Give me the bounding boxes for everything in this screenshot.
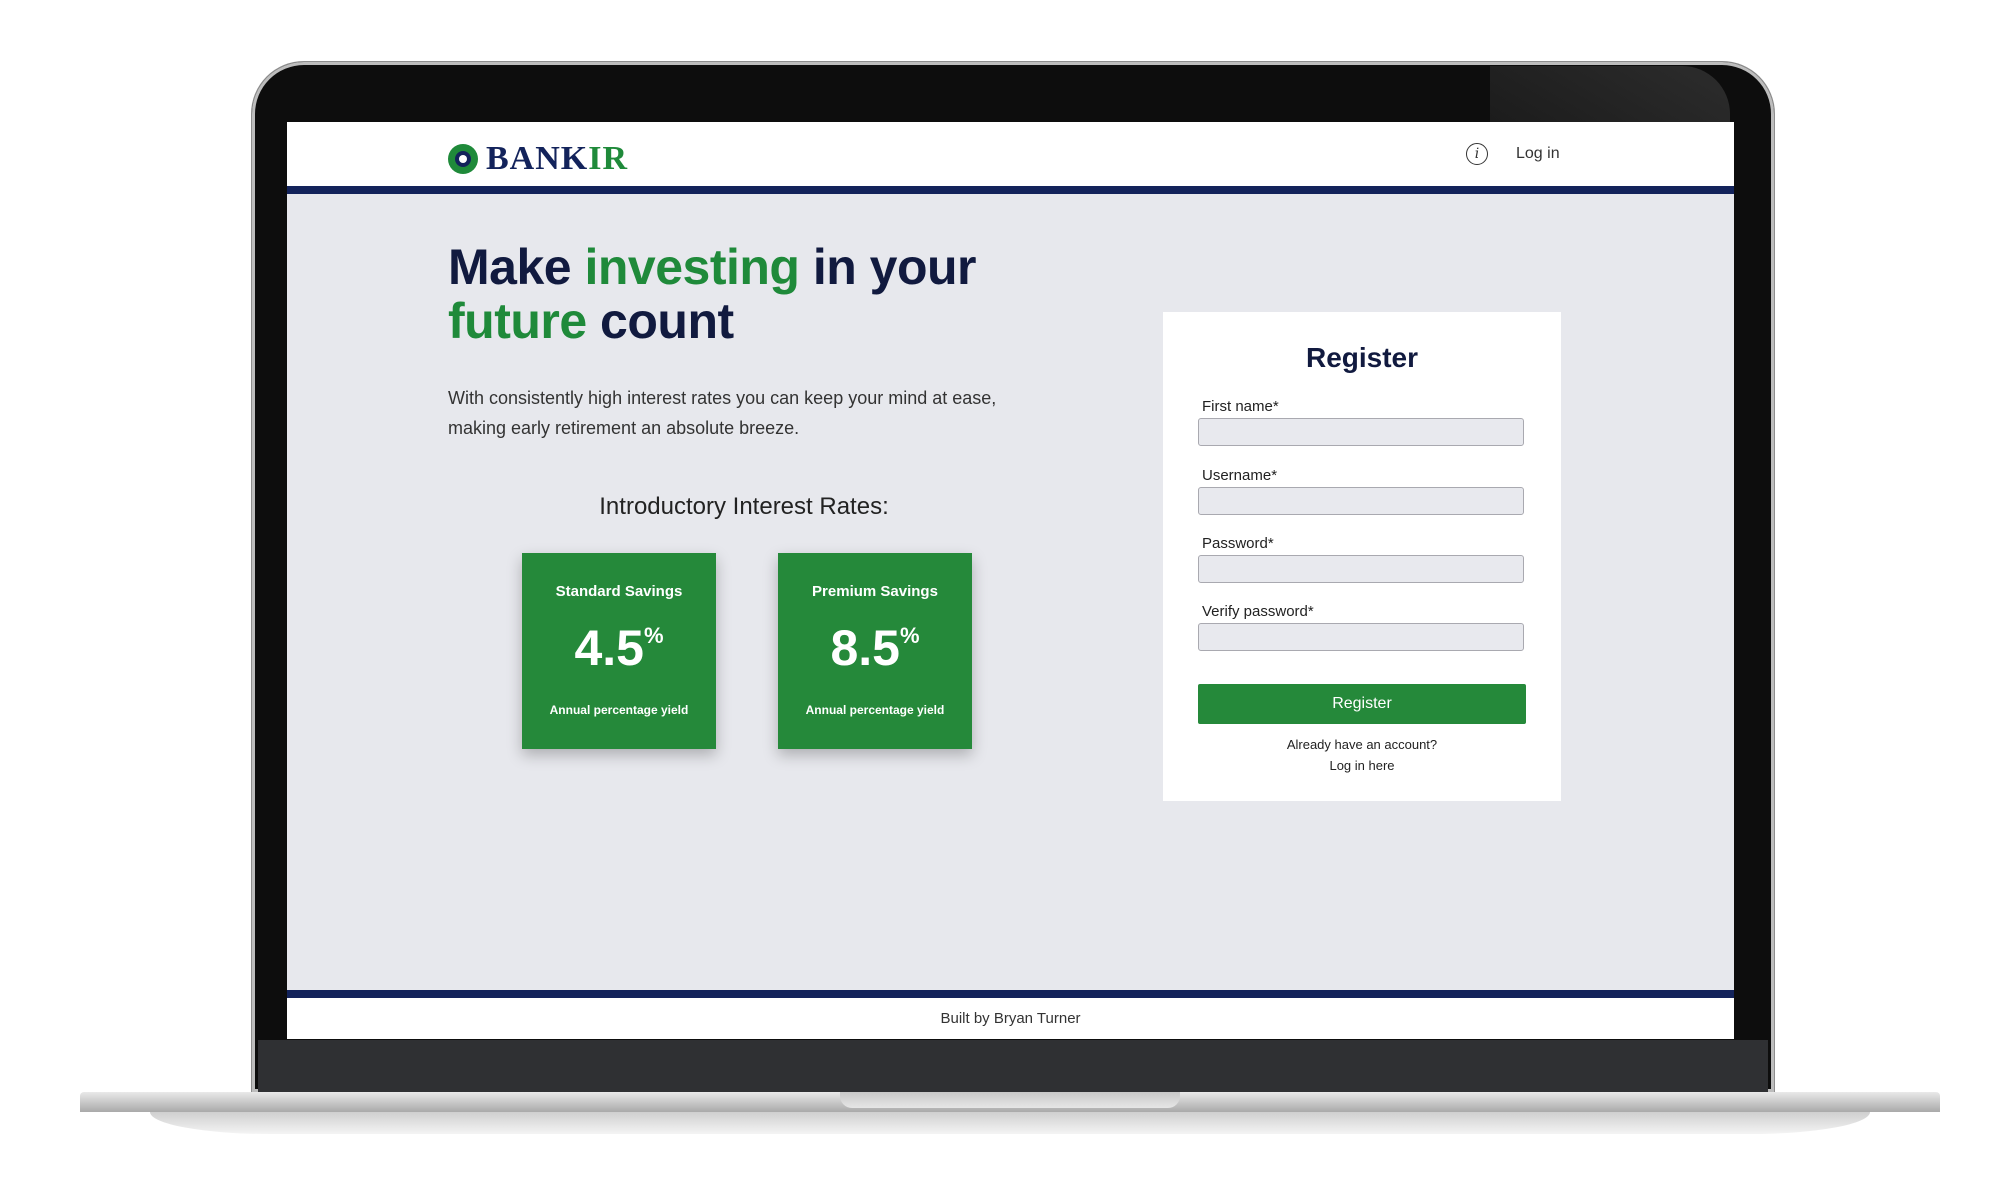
header-login-link[interactable]: Log in — [1516, 145, 1560, 163]
hero-title-accent2: future — [448, 293, 587, 349]
rate-card-caption: Annual percentage yield — [549, 703, 689, 717]
brand-name-accent: IR — [588, 140, 629, 177]
verify-password-input[interactable] — [1198, 623, 1524, 651]
laptop-chin — [258, 1040, 1768, 1092]
page-footer: Built by Bryan Turner — [287, 990, 1734, 1039]
rate-card-value: 8.5% — [778, 619, 972, 677]
password-label: Password* — [1202, 535, 1274, 552]
first-name-input[interactable] — [1198, 418, 1524, 446]
username-input[interactable] — [1198, 487, 1524, 515]
rate-card-name: Premium Savings — [812, 583, 938, 600]
password-input[interactable] — [1198, 555, 1524, 583]
register-title: Register — [1305, 342, 1419, 373]
username-label: Username* — [1202, 467, 1278, 484]
register-submit-button[interactable]: Register — [1198, 684, 1526, 724]
brand-logo-icon — [448, 144, 478, 174]
browser-screen: BANKIR i Log in Make investing in your f… — [287, 122, 1734, 1039]
info-icon[interactable]: i — [1466, 143, 1488, 165]
footer-credit: Built by Bryan Turner — [940, 1010, 1081, 1027]
rate-card-standard: Standard Savings 4.5% Annual percentage … — [522, 553, 716, 749]
hero-description: With consistently high interest rates yo… — [448, 388, 997, 438]
top-navbar: BANKIR i Log in — [287, 122, 1734, 194]
have-account-text: Already have an account? — [1286, 737, 1438, 752]
rate-value-number: 4.5 — [574, 620, 644, 676]
hero-title-accent1: investing — [584, 239, 800, 295]
brand-logo[interactable]: BANKIR — [448, 140, 628, 178]
rate-card-premium: Premium Savings 8.5% Annual percentage y… — [778, 553, 972, 749]
first-name-label: First name* — [1202, 398, 1279, 415]
laptop-notch — [840, 1092, 1180, 1108]
rate-card-caption: Annual percentage yield — [805, 703, 945, 717]
rate-value-unit: % — [899, 623, 920, 648]
rate-value-unit: % — [643, 623, 664, 648]
hero-title-part3: count — [586, 293, 734, 349]
register-form: Register First name* Username* Password*… — [1163, 312, 1561, 801]
rate-value-number: 8.5 — [830, 620, 900, 676]
rate-card-value: 4.5% — [522, 619, 716, 677]
laptop-base-bottom — [150, 1112, 1870, 1134]
brand-name: BANKIR — [486, 140, 628, 178]
rates-heading: Introductory Interest Rates: — [599, 493, 889, 520]
login-here-link[interactable]: Log in here — [1163, 758, 1561, 773]
hero-title: Make investing in your future count — [448, 240, 1068, 348]
hero-title-part1: Make — [448, 239, 585, 295]
hero-title-part2: in your — [799, 239, 977, 295]
brand-name-main: BANK — [486, 140, 589, 177]
rate-card-name: Standard Savings — [555, 583, 683, 600]
verify-password-label: Verify password* — [1202, 603, 1314, 620]
